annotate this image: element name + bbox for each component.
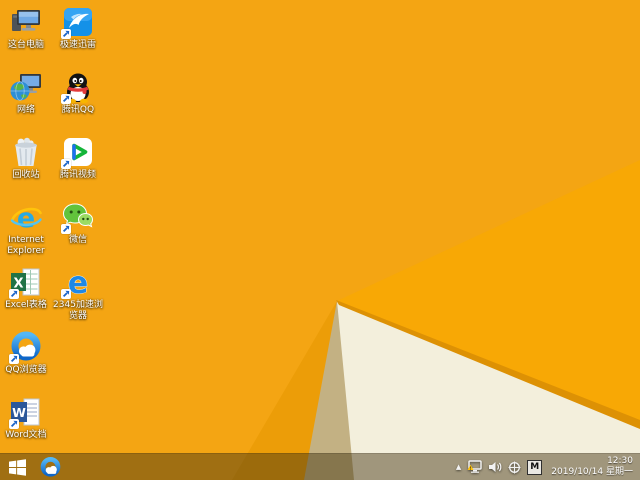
start-button[interactable] [0, 454, 34, 480]
shortcut-arrow-icon [9, 419, 19, 429]
network-status-icon[interactable] [467, 460, 483, 474]
desktop-icon-label: 极速迅雷 [59, 40, 96, 50]
taskbar[interactable]: ▲ M 12:30 2019/10/14 星期一 [0, 453, 640, 480]
clock-time: 12:30 [607, 456, 633, 466]
internet-explorer-icon: e [0, 200, 54, 234]
shortcut-arrow-icon [61, 224, 71, 234]
desktop-icon-label: 网络 [16, 105, 35, 115]
desktop-icon-tencent-video[interactable]: 腾讯视频 [50, 135, 106, 181]
taskbar-clock[interactable]: 12:30 2019/10/14 星期一 [551, 456, 633, 478]
desktop[interactable]: 这台电脑 极速迅雷 网络 腾讯QQ 回收站 腾讯视频 e Internet Ex… [0, 0, 640, 480]
desktop-icon-word[interactable]: W Word文档 [0, 395, 54, 441]
desktop-icon-label: 回收站 [12, 170, 40, 180]
ime-letter: M [530, 462, 540, 472]
desktop-icon-qq-browser[interactable]: QQ浏览器 [0, 330, 54, 376]
taskbar-qq-browser-button[interactable] [34, 454, 66, 480]
desktop-icon-label: 腾讯视频 [59, 170, 96, 180]
desktop-icon-label: 微信 [68, 235, 87, 245]
desktop-icon-tencent-qq[interactable]: 腾讯QQ [50, 70, 106, 116]
excel-icon: X [0, 265, 54, 299]
desktop-icon-xunlei[interactable]: 极速迅雷 [50, 5, 106, 51]
svg-text:W: W [12, 405, 26, 420]
shortcut-arrow-icon [61, 94, 71, 104]
2345-browser-icon: e [50, 265, 106, 299]
qq-browser-icon [40, 456, 60, 477]
volume-icon[interactable] [488, 461, 502, 473]
shortcut-arrow-icon [9, 289, 19, 299]
desktop-icon-label: 腾讯QQ [61, 105, 95, 115]
qq-browser-icon [0, 330, 54, 364]
crosshair-icon[interactable] [508, 461, 521, 474]
shortcut-arrow-icon [61, 159, 71, 169]
svg-text:e: e [17, 203, 35, 234]
desktop-icon-label: Word文档 [5, 430, 47, 440]
wechat-icon [50, 200, 106, 234]
desktop-icon-2345-browser[interactable]: e 2345加速浏览器 [50, 265, 106, 322]
desktop-icon-internet-explorer[interactable]: e Internet Explorer [0, 200, 54, 257]
show-hidden-icons-button[interactable]: ▲ [456, 463, 461, 471]
word-icon: W [0, 395, 54, 429]
clock-date: 2019/10/14 星期一 [551, 467, 633, 477]
system-tray: ▲ M 12:30 2019/10/14 星期一 [456, 456, 640, 478]
qq-penguin-icon [50, 70, 106, 104]
shortcut-arrow-icon [61, 29, 71, 39]
desktop-icon-network[interactable]: 网络 [0, 70, 54, 116]
desktop-icon-label: QQ浏览器 [5, 365, 47, 375]
xunlei-icon [50, 5, 106, 39]
network-icon [0, 70, 54, 104]
desktop-icon-excel[interactable]: X Excel表格 [0, 265, 54, 311]
desktop-icon-recycle-bin[interactable]: 回收站 [0, 135, 54, 181]
desktop-icon-label: Excel表格 [5, 300, 47, 310]
recycle-bin-icon [0, 135, 54, 169]
this-pc-icon [0, 5, 54, 39]
desktop-icon-label: 2345加速浏览器 [53, 300, 103, 321]
desktop-icon-wechat[interactable]: 微信 [50, 200, 106, 246]
ime-indicator[interactable]: M [527, 459, 543, 475]
desktop-icon-label: Internet Explorer [7, 235, 45, 256]
tencent-video-icon [50, 135, 106, 169]
desktop-icon-label: 这台电脑 [7, 40, 44, 50]
windows-logo-icon [8, 458, 26, 476]
shortcut-arrow-icon [9, 354, 19, 364]
shortcut-arrow-icon [61, 289, 71, 299]
desktop-icon-this-pc[interactable]: 这台电脑 [0, 5, 54, 51]
